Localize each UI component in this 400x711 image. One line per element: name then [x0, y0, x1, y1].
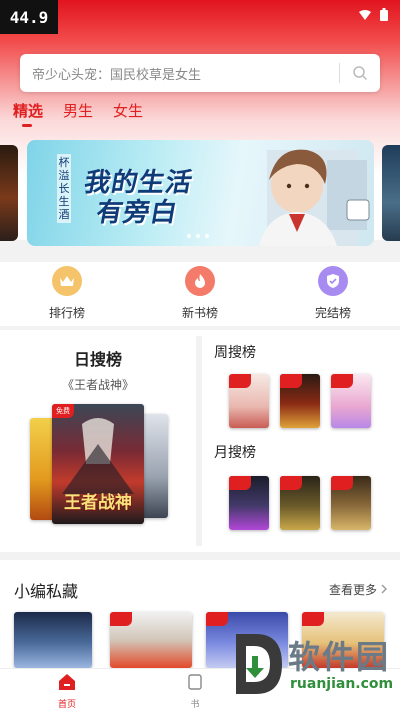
- quick-link-new-books[interactable]: 新书榜: [160, 266, 240, 321]
- flame-icon: [185, 266, 215, 296]
- quick-link-completed[interactable]: 完结榜: [293, 266, 373, 321]
- monthly-rank-title: 月搜榜: [214, 445, 256, 461]
- free-tag: [331, 476, 353, 490]
- search-icon[interactable]: [340, 54, 380, 92]
- banner-artwork: [259, 149, 370, 246]
- tab-male-label: 男生: [63, 102, 94, 120]
- rank-divider: [196, 336, 202, 546]
- watermark-logo-icon: [236, 634, 282, 694]
- category-tabs: 精选 男生 女生: [13, 100, 143, 127]
- banner-slide[interactable]: 杯溢长生酒 我的生活 有旁白: [27, 140, 374, 246]
- banner-next-peek[interactable]: [382, 145, 400, 241]
- daily-rank-title: 日搜榜: [73, 350, 122, 369]
- editor-book-1[interactable]: [14, 612, 92, 668]
- daily-rank-panel[interactable]: 日搜榜 《王者战神》 免费 王者战神: [0, 330, 196, 552]
- free-tag: [229, 374, 251, 388]
- banner-dot[interactable]: [196, 234, 200, 238]
- nav-bookshelf[interactable]: 书: [170, 673, 220, 710]
- monthly-book-3[interactable]: [331, 476, 371, 530]
- editor-picks-title: 小编私藏: [14, 582, 79, 601]
- free-tag: [280, 476, 302, 490]
- free-tag: 免费: [52, 404, 74, 418]
- editor-picks-more-link[interactable]: 查看更多: [329, 581, 388, 598]
- tab-active-indicator: [22, 124, 32, 127]
- quick-links: 排行榜 新书榜 完结榜: [0, 262, 400, 326]
- home-icon: [42, 673, 92, 695]
- status-time: 44.9: [0, 0, 58, 34]
- check-badge-icon: [318, 266, 348, 296]
- banner-title-line2: 有旁白: [93, 198, 181, 228]
- banner-prev-peek[interactable]: [0, 145, 18, 241]
- tab-featured-label: 精选: [13, 102, 44, 120]
- weekly-book-2[interactable]: [280, 374, 320, 428]
- nav-home[interactable]: 首页: [42, 673, 92, 710]
- editor-picks-more-label: 查看更多: [328, 583, 377, 597]
- quick-link-completed-label: 完结榜: [314, 306, 351, 320]
- nav-home-label: 首页: [57, 700, 76, 710]
- book-cover-daily-top[interactable]: 免费 王者战神: [52, 404, 144, 524]
- battery-icon: [380, 6, 388, 25]
- site-watermark: 软件园 ruanjian.com: [232, 624, 396, 704]
- tab-male[interactable]: 男生: [63, 100, 93, 126]
- banner-carousel[interactable]: 杯溢长生酒 我的生活 有旁白: [0, 140, 400, 246]
- banner-pagination: [187, 234, 209, 238]
- wifi-icon: [358, 6, 372, 25]
- watermark-domain: ruanjian.com: [290, 676, 394, 692]
- tab-female[interactable]: 女生: [113, 100, 143, 126]
- quick-link-ranking-label: 排行榜: [48, 306, 85, 320]
- free-tag: [229, 476, 251, 490]
- status-bar: 44.9: [0, 0, 400, 34]
- book-cover-title: 王者战神: [64, 493, 132, 513]
- book-icon: [170, 673, 220, 695]
- tab-featured[interactable]: 精选: [13, 100, 44, 127]
- daily-rank-book-title: 《王者战神》: [61, 378, 134, 392]
- watermark-text: 软件园: [288, 638, 391, 676]
- nav-bookshelf-label: 书: [190, 700, 200, 710]
- quick-link-new-books-label: 新书榜: [181, 306, 218, 320]
- tab-female-label: 女生: [113, 102, 144, 120]
- free-tag: [206, 612, 228, 626]
- monthly-book-1[interactable]: [229, 476, 269, 530]
- editor-book-2[interactable]: [110, 612, 192, 668]
- chevron-right-icon: [381, 583, 388, 597]
- search-input[interactable]: 帝少心头宠：国民校草是女生: [20, 64, 339, 83]
- monthly-book-2[interactable]: [280, 476, 320, 530]
- search-bar[interactable]: 帝少心头宠：国民校草是女生: [20, 54, 380, 92]
- free-tag: [280, 374, 302, 388]
- weekly-rank-title: 周搜榜: [214, 345, 256, 361]
- free-tag: [110, 612, 132, 626]
- weekly-book-1[interactable]: [229, 374, 269, 428]
- banner-dot[interactable]: [187, 234, 191, 238]
- status-icons: [358, 6, 388, 25]
- banner-vertical-text: 杯溢长生酒: [57, 154, 71, 223]
- free-tag: [331, 374, 353, 388]
- rank-section: 日搜榜 《王者战神》 免费 王者战神 周搜榜 月搜榜: [0, 330, 400, 552]
- banner-dot[interactable]: [205, 234, 209, 238]
- quick-link-ranking[interactable]: 排行榜: [27, 266, 107, 321]
- weekly-book-3[interactable]: [331, 374, 371, 428]
- crown-icon: [52, 266, 82, 296]
